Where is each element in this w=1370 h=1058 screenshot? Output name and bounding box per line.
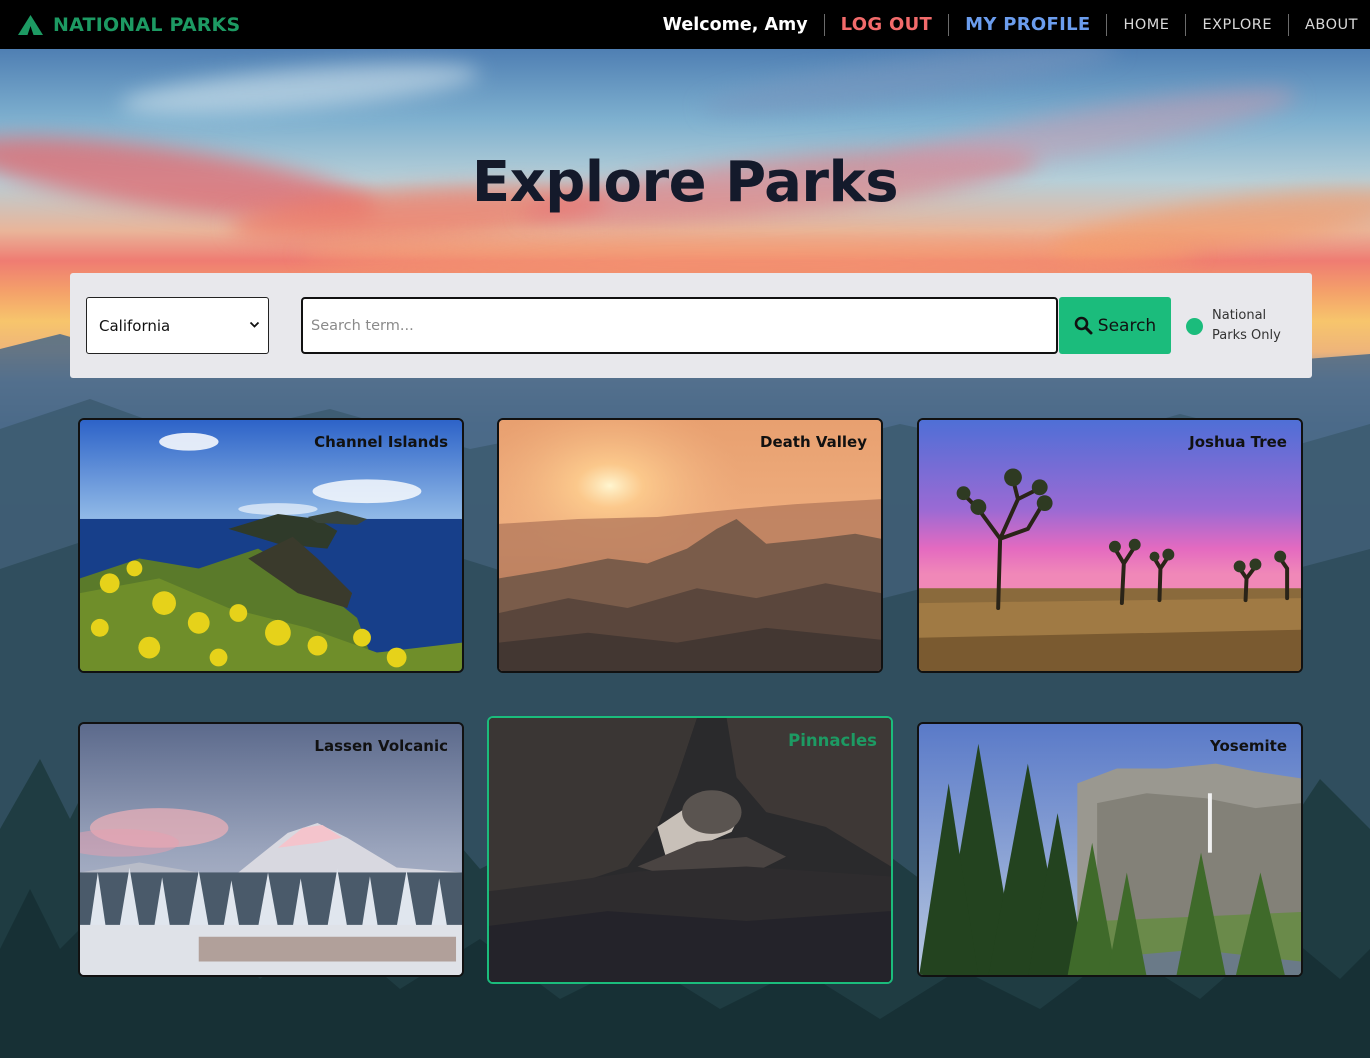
explore-link[interactable]: EXPLORE	[1186, 14, 1288, 36]
national-parks-only-toggle[interactable]: National Parks Only	[1186, 306, 1292, 346]
park-card-title: Yosemite	[1209, 737, 1287, 755]
my-profile-link[interactable]: MY PROFILE	[949, 14, 1106, 36]
brand-link[interactable]: NATIONAL PARKS	[17, 14, 240, 36]
state-select[interactable]: California	[86, 297, 269, 354]
search-panel: California Search National Parks Only	[70, 273, 1312, 378]
park-photo	[80, 420, 462, 671]
search-button-label: Search	[1097, 315, 1157, 336]
chevron-down-icon	[249, 321, 260, 328]
logout-link[interactable]: LOG OUT	[825, 14, 948, 36]
park-photo	[80, 724, 462, 975]
nav-menu: Welcome, Amy LOG OUT MY PROFILE HOME EXP…	[647, 0, 1370, 49]
park-card-lassen-volcanic[interactable]: Lassen Volcanic	[78, 722, 464, 977]
mountain-logo-icon	[18, 14, 43, 35]
search-input[interactable]	[301, 297, 1058, 354]
park-card-death-valley[interactable]: Death Valley	[497, 418, 883, 673]
toggle-dot-icon	[1186, 317, 1203, 335]
national-parks-only-label: National Parks Only	[1212, 308, 1281, 343]
welcome-text: Welcome, Amy	[662, 14, 808, 35]
search-button[interactable]: Search	[1059, 297, 1171, 354]
state-select-value: California	[99, 316, 171, 335]
park-card-pinnacles[interactable]: Pinnacles	[487, 716, 893, 984]
top-navbar: NATIONAL PARKS Welcome, Amy LOG OUT MY P…	[0, 0, 1370, 49]
park-card-channel-islands[interactable]: Channel Islands	[78, 418, 464, 673]
home-link[interactable]: HOME	[1107, 14, 1185, 36]
park-card-joshua-tree[interactable]: Joshua Tree	[917, 418, 1303, 673]
park-card-title: Channel Islands	[314, 433, 448, 451]
park-photo	[919, 724, 1301, 975]
park-card-title: Death Valley	[760, 433, 867, 451]
brand-name: NATIONAL PARKS	[53, 13, 241, 36]
park-photo	[489, 718, 891, 982]
park-photo	[919, 420, 1301, 671]
park-card-title: Joshua Tree	[1189, 433, 1287, 451]
page-title: Explore Parks	[471, 150, 899, 215]
park-card-title: Lassen Volcanic	[314, 737, 448, 755]
search-icon	[1074, 316, 1093, 335]
about-link[interactable]: ABOUT	[1289, 14, 1370, 36]
park-card-yosemite[interactable]: Yosemite	[917, 722, 1303, 977]
park-card-title: Pinnacles	[788, 731, 877, 750]
park-photo	[499, 420, 881, 671]
